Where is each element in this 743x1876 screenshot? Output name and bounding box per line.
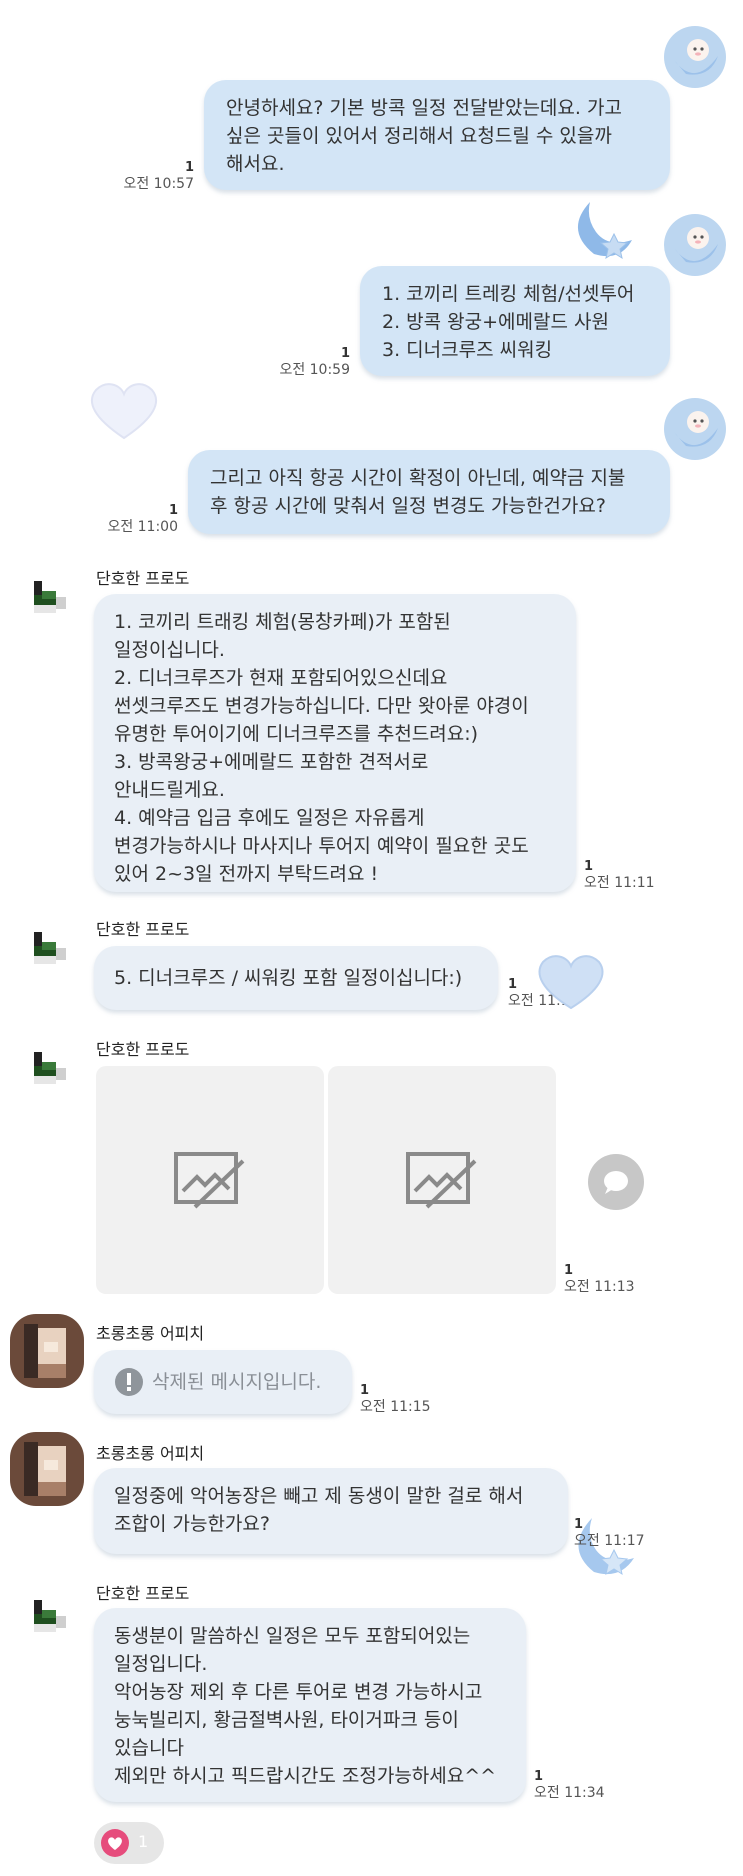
my-profile-sticker-icon [660,210,730,280]
read-count: 1 [184,160,194,175]
message-bubble[interactable]: 그리고 아직 항공 시간이 확정이 아닌데, 예약금 지불 후 항공 시간에 맞… [188,450,670,534]
message-line: 2. 디너크루즈가 현재 포함되어있으신데요 [114,667,448,689]
avatar[interactable] [10,926,84,1000]
message-bubble[interactable]: 안녕하세요? 기본 방콕 일정 전달받았는데요. 가고 싶은 곳들이 있어서 정… [204,80,670,190]
avatar[interactable] [10,1046,84,1120]
timestamp: 오전 11:11 [584,875,655,891]
broken-image-icon [406,1152,477,1209]
message-line: 해서요. [226,153,285,175]
exclamation-icon [115,1368,143,1396]
read-count: 1 [574,1517,584,1532]
message-line: 그리고 아직 항공 시간이 확정이 아닌데, 예약금 지불 [210,467,626,489]
message-bubble[interactable]: 동생분이 말씀하신 일정은 모두 포함되어있는 일정입니다. 악어농장 제외 후… [94,1608,526,1802]
timestamp: 오전 11:17 [574,1533,645,1549]
read-count: 1 [360,1383,370,1398]
sender-name: 초롱초롱 어피치 [96,1444,205,1463]
message-line: 눙눅빌리지, 황금절벽사원, 타이거파크 등이 [114,1709,459,1731]
avatar[interactable] [10,1314,84,1388]
message-line: 후 항공 시간에 맞춰서 일정 변경도 가능한건가요? [210,495,606,517]
message-meta: 1 오전 10:59 [254,345,350,379]
heart-sticker-icon [532,950,610,1012]
message-line: 동생분이 말씀하신 일정은 모두 포함되어있는 [114,1625,471,1647]
deleted-message-text: 삭제된 메시지입니다. [152,1371,322,1393]
image-thumbnail[interactable] [96,1066,324,1294]
message-line: 3. 디너크루즈 씨워킹 [382,339,553,361]
sender-name: 단호한 프로도 [96,1584,190,1603]
timestamp: 오전 10:57 [123,176,194,192]
reaction-count: 1 [138,1832,149,1851]
avatar[interactable] [10,575,84,649]
message-meta: 1 오전 11:13 [564,1262,644,1296]
sender-name: 단호한 프로도 [96,569,190,588]
message-meta: 1 오전 11:17 [574,1516,654,1550]
message-line: 일정입니다. [114,1653,208,1675]
message-line: 안녕하세요? 기본 방콕 일정 전달받았는데요. 가고 [226,97,622,119]
share-button[interactable] [588,1154,644,1210]
speech-bubble-icon [604,1171,628,1194]
message-meta: 1 오전 10:57 [100,159,194,193]
message-line: 1. 코끼리 트래킹 체험(몽창카페)가 포함된 [114,611,451,633]
message-meta: 1 오전 11:34 [534,1768,614,1802]
message-line: 썬셋크루즈도 변경가능하십니다. 다만 왓아룬 야경이 [114,695,529,717]
timestamp: 오전 11:15 [360,1399,431,1415]
timestamp: 오전 11:13 [564,1279,635,1295]
message-line: 있어 2~3일 전까지 부탁드려요 ! [114,863,379,885]
read-count: 1 [564,1263,574,1278]
message-line: 5. 디너크루즈 / 씨워킹 포함 일정이십니다:) [114,967,463,989]
message-line: 1. 코끼리 트레킹 체험/선셋투어 [382,283,635,305]
avatar[interactable] [10,1432,84,1506]
message-line: 일정중에 악어농장은 빼고 제 동생이 말한 걸로 해서 [114,1485,524,1507]
message-bubble[interactable]: 1. 코끼리 트래킹 체험(몽창카페)가 포함된 일정이십니다. 2. 디너크루… [94,594,576,892]
message-line: 조합이 가능한가요? [114,1513,270,1535]
message-line: 싶은 곳들이 있어서 정리해서 요청드릴 수 있을까 [226,125,612,147]
message-line: 악어농장 제외 후 다른 투어로 변경 가능하시고 [114,1681,483,1703]
my-profile-sticker-icon [660,394,730,464]
broken-image-icon [174,1152,245,1209]
message-line: 2. 방콕 왕궁+에메랄드 사원 [382,311,609,333]
my-profile-sticker-icon [660,22,730,92]
heart-reaction-button[interactable]: 1 [94,1822,164,1864]
timestamp: 오전 11:34 [534,1785,605,1801]
timestamp: 오전 11:00 [107,519,178,535]
message-bubble[interactable]: 삭제된 메시지입니다. [94,1350,352,1414]
message-bubble[interactable]: 1. 코끼리 트레킹 체험/선셋투어 2. 방콕 왕궁+에메랄드 사원 3. 디… [360,266,670,376]
read-count: 1 [534,1769,544,1784]
message-line: 일정이십니다. [114,639,225,661]
message-line: 제외만 하시고 픽드랍시간도 조정가능하세요^^ [114,1765,497,1787]
read-count: 1 [584,859,594,874]
message-line: 변경가능하시나 마사지나 투어지 예약이 필요한 곳도 [114,835,529,857]
message-line: 있습니다 [114,1737,184,1759]
heart-sticker-icon [84,378,164,442]
message-meta: 1 오전 11:11 [584,858,664,892]
message-line: 3. 방콕왕궁+에메랄드 포함한 견적서로 [114,751,429,773]
message-meta: 1 오전 11:00 [84,502,178,536]
message-line: 유명한 투어이기에 디너크루즈를 추천드려요:) [114,723,479,745]
avatar[interactable] [10,1594,84,1668]
message-bubble[interactable]: 5. 디너크루즈 / 씨워킹 포함 일정이십니다:) [94,946,498,1010]
message-line: 4. 예약금 입금 후에도 일정은 자유롭게 [114,807,425,829]
read-count: 1 [168,503,178,518]
sender-name: 단호한 프로도 [96,1040,190,1059]
sender-name: 초롱초롱 어피치 [96,1324,205,1343]
moon-star-sticker-icon [568,196,638,262]
message-bubble[interactable]: 일정중에 악어농장은 빼고 제 동생이 말한 걸로 해서 조합이 가능한가요? [94,1468,568,1554]
timestamp: 오전 10:59 [279,362,350,378]
image-thumbnail[interactable] [328,1066,556,1294]
message-meta: 1 오전 11:15 [360,1382,440,1416]
message-line: 안내드릴게요. [114,779,225,801]
read-count: 1 [340,346,350,361]
sender-name: 단호한 프로도 [96,920,190,939]
heart-icon [101,1829,129,1857]
